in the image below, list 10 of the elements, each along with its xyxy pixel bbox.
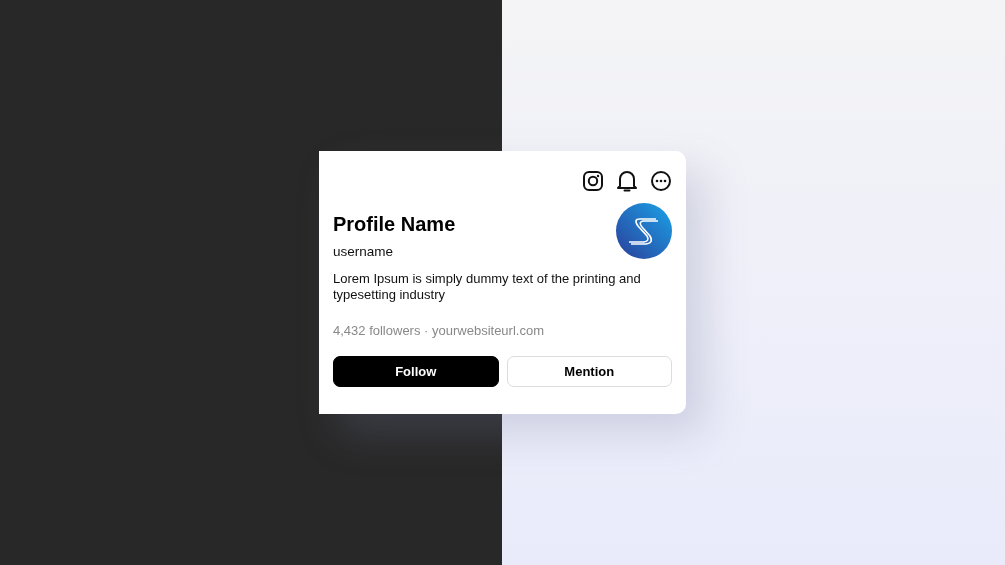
camera-icon[interactable] <box>582 170 604 192</box>
mention-button[interactable]: Mention <box>506 356 672 387</box>
bell-icon[interactable] <box>616 169 638 193</box>
follow-button[interactable]: Follow <box>333 356 499 387</box>
more-icon[interactable] <box>650 170 672 192</box>
username: username <box>333 244 395 259</box>
profile-name: Profile Name <box>333 213 456 236</box>
avatar-logo-icon <box>616 203 672 259</box>
bio-text: Lorem Ipsum is simply dummy text of the printing and typesetting industry <box>333 271 642 303</box>
stats-text: 4,432 followers · yourwebsiteurl.com <box>333 323 545 338</box>
